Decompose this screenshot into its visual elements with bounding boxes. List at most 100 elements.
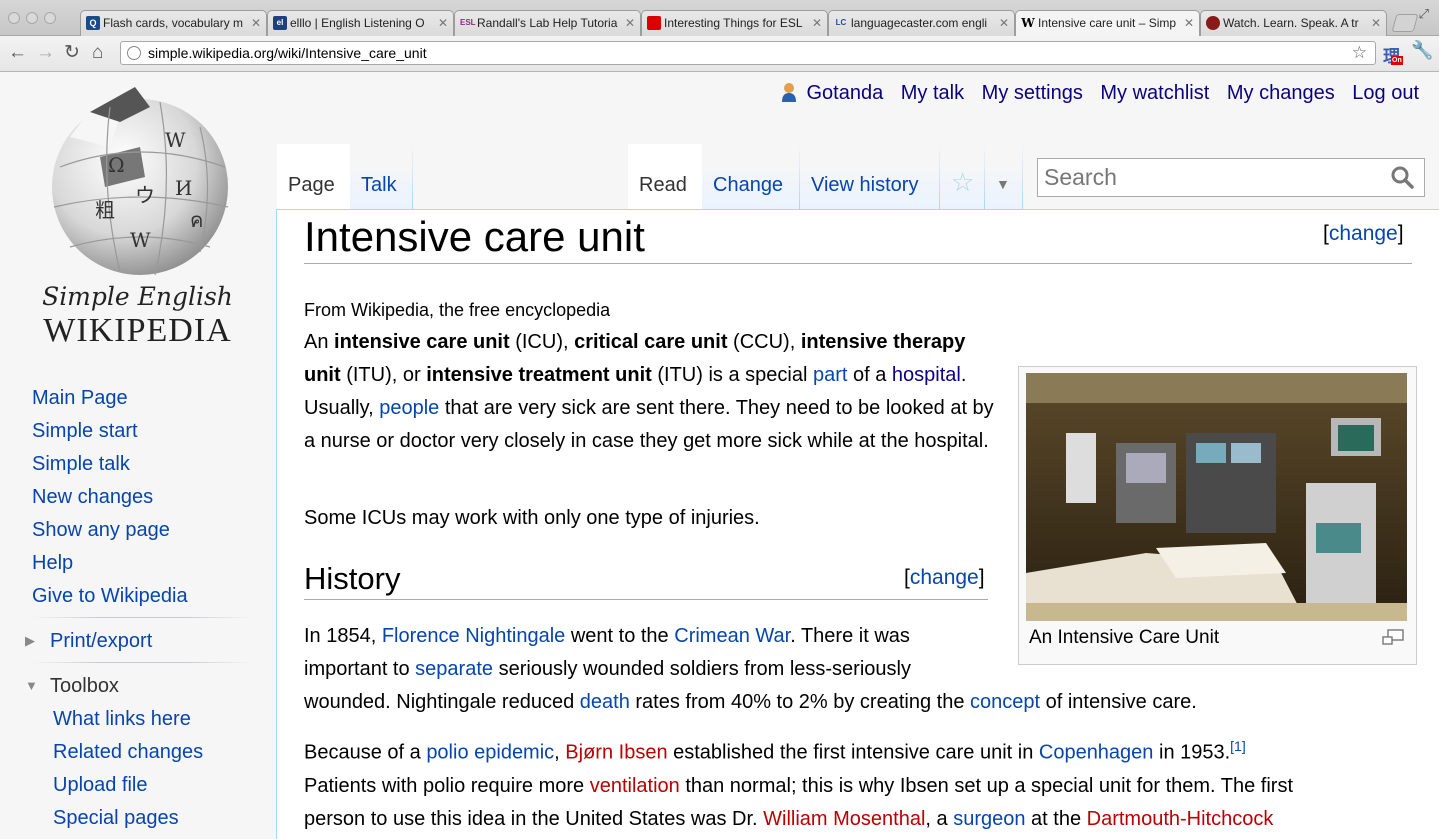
search-input[interactable]: Search: [1037, 158, 1425, 197]
user-icon: [781, 83, 796, 102]
sidebar-item-what-links-here[interactable]: What links here: [32, 703, 252, 736]
enlarge-icon[interactable]: [1382, 629, 1404, 645]
icu-photo[interactable]: [1026, 373, 1407, 621]
close-tab-icon[interactable]: ✕: [251, 11, 261, 35]
link-william-mosenthal[interactable]: William Mosenthal: [763, 808, 925, 830]
link-polio-epidemic[interactable]: polio epidemic: [426, 742, 554, 764]
close-tab-icon[interactable]: ✕: [999, 11, 1009, 35]
toolbox-list: What links here Related changes Upload f…: [32, 703, 252, 835]
reference-1-link[interactable]: [1]: [1230, 738, 1246, 754]
link-florence-nightingale[interactable]: Florence Nightingale: [382, 625, 565, 647]
svg-text:W: W: [165, 128, 186, 152]
browser-tab[interactable]: LC languagecaster.com engli ✕: [828, 10, 1015, 36]
link-separate[interactable]: separate: [415, 658, 493, 680]
favicon-icon: el: [273, 16, 287, 30]
browser-tab[interactable]: el elllo | English Listening O ✕: [267, 10, 454, 36]
back-arrow-icon[interactable]: ←: [8, 43, 27, 63]
link-part[interactable]: part: [813, 364, 847, 386]
link-dartmouth-hitchcock[interactable]: Dartmouth-Hitchcock: [1087, 808, 1274, 830]
user-page-link[interactable]: Gotanda: [806, 82, 883, 104]
my-changes-link[interactable]: My changes: [1227, 82, 1335, 104]
page-title: Intensive care unit: [304, 210, 1412, 264]
sidebar-item-simple-talk[interactable]: Simple talk: [32, 448, 252, 481]
close-tab-icon[interactable]: ✕: [1184, 11, 1194, 35]
sidebar-item-special-pages[interactable]: Special pages: [32, 802, 252, 835]
new-tab-button[interactable]: [1391, 14, 1419, 32]
link-crimean-war[interactable]: Crimean War: [674, 625, 790, 647]
zoom-window-button[interactable]: [44, 12, 56, 24]
search-icon[interactable]: [1390, 165, 1414, 189]
link-hospital[interactable]: hospital: [892, 364, 961, 386]
my-watchlist-link[interactable]: My watchlist: [1100, 82, 1209, 104]
tab-title: Flash cards, vocabulary m: [103, 16, 244, 30]
link-people[interactable]: people: [379, 397, 439, 419]
minimize-window-button[interactable]: [26, 12, 38, 24]
sidebar-item-new-changes[interactable]: New changes: [32, 481, 252, 514]
svg-text:粗: 粗: [95, 198, 115, 222]
page-info-icon[interactable]: [127, 46, 141, 60]
print-export-label: Print/export: [50, 630, 153, 652]
link-death[interactable]: death: [580, 691, 630, 713]
link-bjorn-ibsen[interactable]: Bjørn Ibsen: [565, 742, 667, 764]
tab-view-history[interactable]: View history: [800, 144, 940, 210]
print-export-toggle[interactable]: ▶ Print/export: [25, 624, 252, 658]
toolbox-toggle[interactable]: ▼ Toolbox: [25, 669, 252, 703]
reload-icon[interactable]: ↻: [64, 43, 80, 63]
tab-talk-label: Talk: [361, 174, 397, 196]
home-icon[interactable]: ⌂: [92, 43, 103, 63]
browser-tab-active[interactable]: W Intensive care unit – Simp ✕: [1015, 10, 1200, 37]
tab-page[interactable]: Page: [277, 144, 350, 210]
sidebar-item-show-any-page[interactable]: Show any page: [32, 514, 252, 547]
browser-tabstrip: Q Flash cards, vocabulary m ✕ el elllo |…: [0, 0, 1439, 37]
sidebar-item-give-to-wikipedia[interactable]: Give to Wikipedia: [32, 580, 252, 613]
browser-tab[interactable]: Interesting Things for ESL ✕: [641, 10, 828, 36]
forward-arrow-icon[interactable]: →: [36, 43, 55, 63]
close-window-button[interactable]: [8, 12, 20, 24]
wiki-page: Ω W И ウ 粗 ค W Simple English WIKIPEDIA G…: [0, 72, 1439, 839]
sidebar-item-simple-start[interactable]: Simple start: [32, 415, 252, 448]
favicon-icon: [647, 16, 661, 30]
title-change-link[interactable]: change: [1329, 222, 1398, 245]
wikipedia-logo[interactable]: Ω W И ウ 粗 ค W Simple English WIKIPEDIA: [30, 77, 245, 349]
sidebar-item-main-page[interactable]: Main Page: [32, 382, 252, 415]
title-edit-section: [change]: [1323, 222, 1404, 245]
tab-talk[interactable]: Talk: [350, 144, 413, 210]
sidebar-item-help[interactable]: Help: [32, 547, 252, 580]
tab-title: languagecaster.com engli: [851, 16, 988, 30]
fullscreen-icon[interactable]: ⤢: [1419, 6, 1429, 22]
bookmark-star-icon[interactable]: ☆: [1352, 42, 1367, 64]
browser-tab[interactable]: Q Flash cards, vocabulary m ✕: [80, 10, 267, 36]
collapse-triangle-icon: ▼: [25, 678, 38, 693]
close-tab-icon[interactable]: ✕: [1371, 11, 1381, 35]
tab-change[interactable]: Change: [702, 144, 800, 210]
close-tab-icon[interactable]: ✕: [438, 11, 448, 35]
close-tab-icon[interactable]: ✕: [625, 11, 635, 35]
toolbox-label: Toolbox: [50, 675, 119, 697]
browser-tab[interactable]: Watch. Learn. Speak. A tr ✕: [1200, 10, 1387, 36]
sidebar-item-related-changes[interactable]: Related changes: [32, 736, 252, 769]
divider: [32, 662, 252, 663]
my-talk-link[interactable]: My talk: [901, 82, 964, 104]
browser-tab[interactable]: ESL Randall's Lab Help Tutoria ✕: [454, 10, 641, 36]
tab-view-history-label: View history: [811, 174, 919, 196]
watch-star-icon[interactable]: ☆: [940, 144, 985, 210]
link-concept[interactable]: concept: [970, 691, 1040, 713]
close-tab-icon[interactable]: ✕: [812, 11, 822, 35]
log-out-link[interactable]: Log out: [1352, 82, 1419, 104]
link-copenhagen[interactable]: Copenhagen: [1039, 742, 1154, 764]
link-surgeon[interactable]: surgeon: [953, 808, 1025, 830]
history-paragraph-1: In 1854, Florence Nightingale went to th…: [304, 625, 1197, 713]
tab-change-label: Change: [713, 174, 784, 196]
my-settings-link[interactable]: My settings: [982, 82, 1083, 104]
link-ventilation[interactable]: ventilation: [590, 775, 680, 797]
address-bar[interactable]: simple.wikipedia.org/wiki/Intensive_care…: [120, 41, 1376, 65]
tab-read[interactable]: Read: [628, 144, 702, 210]
svg-text:И: И: [175, 176, 192, 200]
history-change-link[interactable]: change: [910, 566, 979, 589]
wrench-menu-icon[interactable]: 🔧: [1411, 40, 1433, 61]
more-actions-dropdown-icon[interactable]: ▼: [985, 144, 1023, 210]
sidebar-item-upload-file[interactable]: Upload file: [32, 769, 252, 802]
divider: [32, 617, 252, 618]
extension-icon[interactable]: 理On: [1383, 42, 1403, 67]
favicon-icon: Q: [86, 16, 100, 30]
